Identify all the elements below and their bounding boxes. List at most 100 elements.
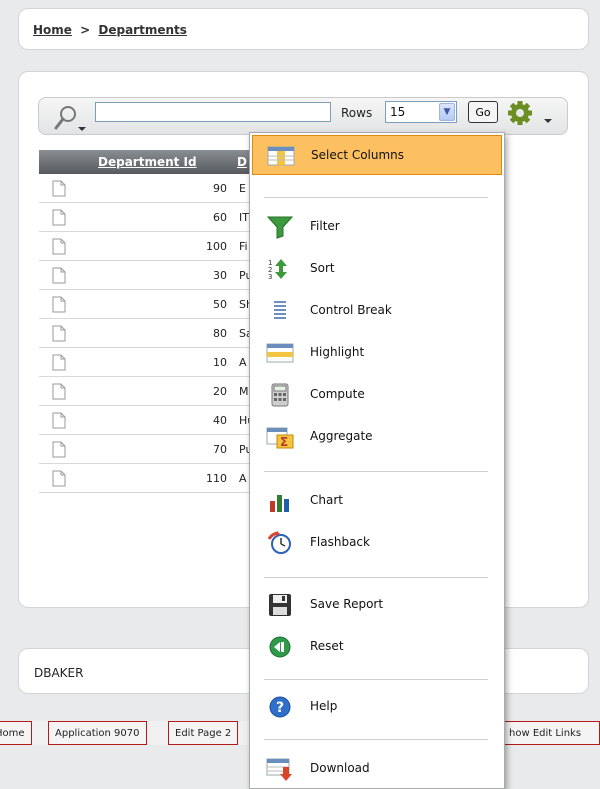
menu-label: Highlight — [310, 345, 365, 359]
menu-item-save-report[interactable]: Save Report — [252, 585, 502, 625]
menu-label: Help — [310, 699, 338, 713]
menu-label: Select Columns — [311, 148, 405, 162]
cell-department-id: 80 — [213, 327, 227, 340]
menu-label: Sort — [310, 261, 335, 275]
devbar-home-link[interactable]: Home — [0, 721, 32, 745]
table-row: 60 IT — [39, 203, 265, 232]
reset-icon — [269, 636, 291, 658]
table-row: 40 Hu — [39, 406, 265, 435]
rows-label: Rows — [341, 106, 373, 120]
table-row: 70 Pu — [39, 435, 265, 464]
menu-label: Aggregate — [310, 429, 373, 443]
table-row: 90 E — [39, 174, 265, 203]
table-row: 20 Ma — [39, 377, 265, 406]
cell-department-id: 30 — [213, 269, 227, 282]
search-input[interactable] — [95, 102, 331, 122]
menu-label: Download — [310, 761, 370, 775]
cell-department-id: 10 — [213, 356, 227, 369]
control-break-icon — [274, 301, 286, 319]
report-header: Department Id D — [39, 150, 265, 174]
document-icon[interactable] — [52, 267, 66, 284]
menu-item-sort[interactable]: 1 2 3 Sort — [252, 249, 502, 289]
cell-department-id: 70 — [213, 443, 227, 456]
column-header-department-name[interactable]: D — [237, 155, 247, 169]
cell-department-id: 20 — [213, 385, 227, 398]
chevron-down-icon[interactable]: ▼ — [439, 103, 455, 121]
menu-item-download[interactable]: Download — [252, 749, 502, 789]
filter-icon — [266, 216, 294, 239]
menu-item-chart[interactable]: Chart — [252, 481, 502, 521]
rows-select-value: 15 — [390, 105, 406, 119]
table-row: 30 Pu — [39, 261, 265, 290]
document-icon[interactable] — [52, 325, 66, 342]
cell-department-name: Fi — [239, 240, 248, 253]
menu-item-compute[interactable]: Compute — [252, 375, 502, 415]
calculator-icon — [271, 383, 289, 407]
gear-icon[interactable] — [506, 100, 558, 128]
go-button[interactable]: Go — [468, 101, 498, 123]
table-row: 100 Fi — [39, 232, 265, 261]
cell-department-id: 60 — [213, 211, 227, 224]
menu-item-control-break[interactable]: Control Break — [252, 291, 502, 331]
devbar-application-link[interactable]: Application 9070 — [48, 721, 147, 745]
menu-item-highlight[interactable]: Highlight — [252, 333, 502, 373]
document-icon[interactable] — [52, 412, 66, 429]
menu-item-filter[interactable]: Filter — [252, 207, 502, 247]
devbar-edit-page-link[interactable]: Edit Page 2 — [168, 721, 239, 745]
svg-text:Σ: Σ — [280, 435, 288, 449]
document-icon[interactable] — [52, 238, 66, 255]
menu-separator — [264, 739, 488, 740]
table-row: 10 A — [39, 348, 265, 377]
floppy-disk-icon — [269, 594, 291, 616]
cell-department-id: 90 — [213, 182, 227, 195]
menu-item-reset[interactable]: Reset — [252, 627, 502, 667]
document-icon[interactable] — [52, 441, 66, 458]
menu-item-flashback[interactable]: Flashback — [252, 523, 502, 563]
help-icon: ? — [269, 696, 291, 718]
devbar-show-edit-links[interactable]: how Edit Links — [500, 721, 600, 745]
menu-item-aggregate[interactable]: Σ Aggregate — [252, 417, 502, 457]
menu-item-help[interactable]: ? Help — [252, 687, 502, 727]
highlight-icon — [266, 343, 294, 363]
menu-separator — [264, 471, 488, 472]
actions-menu: Select Columns Filter 1 2 3 Sort Control… — [249, 132, 505, 789]
search-icon[interactable] — [48, 104, 92, 134]
document-icon[interactable] — [52, 354, 66, 371]
report-table-body: 90 E 60 IT 100 Fi 30 Pu 50 Sh 80 Sa 10 A… — [39, 174, 265, 493]
menu-label: Compute — [310, 387, 365, 401]
menu-item-select-columns[interactable]: Select Columns — [252, 135, 502, 175]
aggregate-sigma-icon: Σ — [266, 427, 294, 449]
table-row: 50 Sh — [39, 290, 265, 319]
menu-separator — [264, 679, 488, 680]
cell-department-id: 40 — [213, 414, 227, 427]
breadcrumb: Home > Departments — [33, 23, 187, 37]
cell-department-name: A — [239, 472, 247, 485]
document-icon[interactable] — [52, 296, 66, 313]
menu-label: Filter — [310, 219, 340, 233]
select-columns-icon — [267, 146, 295, 166]
sort-icon: 1 2 3 — [268, 259, 287, 281]
bar-chart-icon — [270, 495, 289, 512]
breadcrumb-separator: > — [80, 23, 91, 37]
menu-separator — [264, 577, 488, 578]
cell-department-id: 110 — [206, 472, 227, 485]
breadcrumb-region: Home > Departments — [18, 8, 589, 50]
cell-department-id: 50 — [213, 298, 227, 311]
document-icon[interactable] — [52, 383, 66, 400]
breadcrumb-departments-link[interactable]: Departments — [98, 23, 187, 37]
cell-department-id: 100 — [206, 240, 227, 253]
table-row: 110 A — [39, 464, 265, 493]
table-row: 80 Sa — [39, 319, 265, 348]
document-icon[interactable] — [52, 209, 66, 226]
menu-label: Flashback — [310, 535, 370, 549]
cell-department-name: IT — [239, 211, 249, 224]
svg-text:?: ? — [276, 700, 284, 716]
document-icon[interactable] — [52, 180, 66, 197]
menu-label: Save Report — [310, 597, 384, 611]
document-icon[interactable] — [52, 470, 66, 487]
rows-select[interactable]: 15 ▼ — [385, 101, 457, 123]
cell-department-name: A — [239, 356, 247, 369]
column-header-department-id[interactable]: Department Id — [98, 155, 197, 169]
breadcrumb-home-link[interactable]: Home — [33, 23, 72, 37]
menu-separator — [264, 197, 488, 198]
